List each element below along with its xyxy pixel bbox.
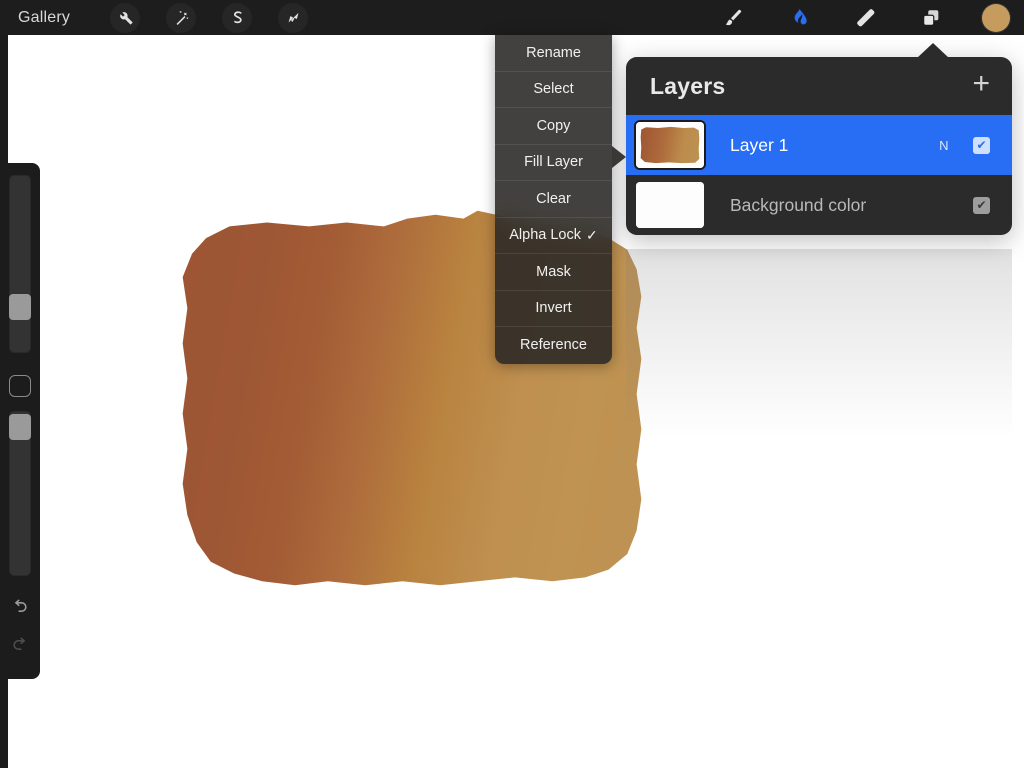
layer-thumbnail[interactable] <box>636 122 704 168</box>
selection-s-icon[interactable] <box>222 2 253 33</box>
brush-size-thumb[interactable] <box>9 294 31 320</box>
context-menu-label: Clear <box>536 190 571 207</box>
context-menu-label: Rename <box>526 44 581 61</box>
context-menu-label: Mask <box>536 263 571 280</box>
procreate-app: Gallery Rename Select Copy Fill Layer Cl… <box>0 0 1024 768</box>
smudge-icon[interactable] <box>784 3 814 33</box>
undo-icon[interactable] <box>7 594 33 620</box>
thumbnail-artwork <box>640 126 700 164</box>
context-menu-item-copy[interactable]: Copy <box>495 108 612 145</box>
thumbnail-background <box>636 182 704 228</box>
context-menu-label: Reference <box>520 337 587 354</box>
paintbrush-icon[interactable] <box>718 3 748 33</box>
layer-thumbnail[interactable] <box>636 182 704 228</box>
context-menu-label: Invert <box>535 300 572 317</box>
left-tool-group <box>110 2 309 33</box>
layers-icon[interactable] <box>916 3 946 33</box>
layers-panel-notch-icon <box>917 43 949 58</box>
top-toolbar: Gallery <box>0 0 1024 35</box>
layers-panel: Layers + Layer 1 N ✔ Background color ✔ <box>626 57 1012 235</box>
left-sidebar <box>0 163 40 679</box>
context-menu-label: Fill Layer <box>524 154 583 171</box>
context-menu-item-mask[interactable]: Mask <box>495 254 612 291</box>
table-row[interactable]: Background color ✔ <box>626 175 1012 235</box>
layer-visibility-checkbox[interactable]: ✔ <box>973 196 990 214</box>
context-menu-label: Copy <box>536 117 571 134</box>
gallery-button[interactable]: Gallery <box>18 9 70 27</box>
context-menu-label: Alpha Lock <box>509 227 581 244</box>
context-menu-item-rename[interactable]: Rename <box>495 35 612 72</box>
context-menu-pointer-icon <box>612 146 626 168</box>
layer-visibility-checkbox[interactable]: ✔ <box>973 136 990 154</box>
opacity-thumb[interactable] <box>9 414 31 440</box>
context-menu-item-alpha-lock[interactable]: Alpha Lock ✓ <box>495 218 612 254</box>
color-swatch[interactable] <box>982 3 1010 32</box>
layers-panel-title: Layers <box>650 72 726 99</box>
context-menu-item-invert[interactable]: Invert <box>495 291 612 327</box>
context-menu-item-fill-layer[interactable]: Fill Layer <box>495 145 612 181</box>
wrench-icon[interactable] <box>110 2 141 33</box>
redo-icon[interactable] <box>7 632 33 658</box>
layer-blend-mode[interactable]: N <box>939 138 949 153</box>
layer-name[interactable]: Layer 1 <box>730 135 788 156</box>
table-row[interactable]: Layer 1 N ✔ <box>626 115 1012 175</box>
context-menu-item-clear[interactable]: Clear <box>495 181 612 218</box>
modify-button[interactable] <box>9 375 31 397</box>
brush-size-slider[interactable] <box>9 175 31 353</box>
layer-name[interactable]: Background color <box>730 195 866 216</box>
eraser-icon[interactable] <box>850 3 880 33</box>
context-menu-item-select[interactable]: Select <box>495 72 612 108</box>
context-menu-label: Select <box>533 81 574 98</box>
layer-context-menu: Rename Select Copy Fill Layer Clear Alph… <box>495 35 612 364</box>
checkmark-icon: ✓ <box>586 226 598 243</box>
opacity-slider[interactable] <box>9 411 31 576</box>
arrow-transform-icon[interactable] <box>278 2 309 33</box>
add-layer-button[interactable]: + <box>972 69 990 103</box>
layers-panel-header: Layers + <box>626 57 1012 115</box>
magic-wand-icon[interactable] <box>166 2 197 33</box>
right-tool-group <box>718 3 1010 33</box>
context-menu-item-reference[interactable]: Reference <box>495 327 612 364</box>
